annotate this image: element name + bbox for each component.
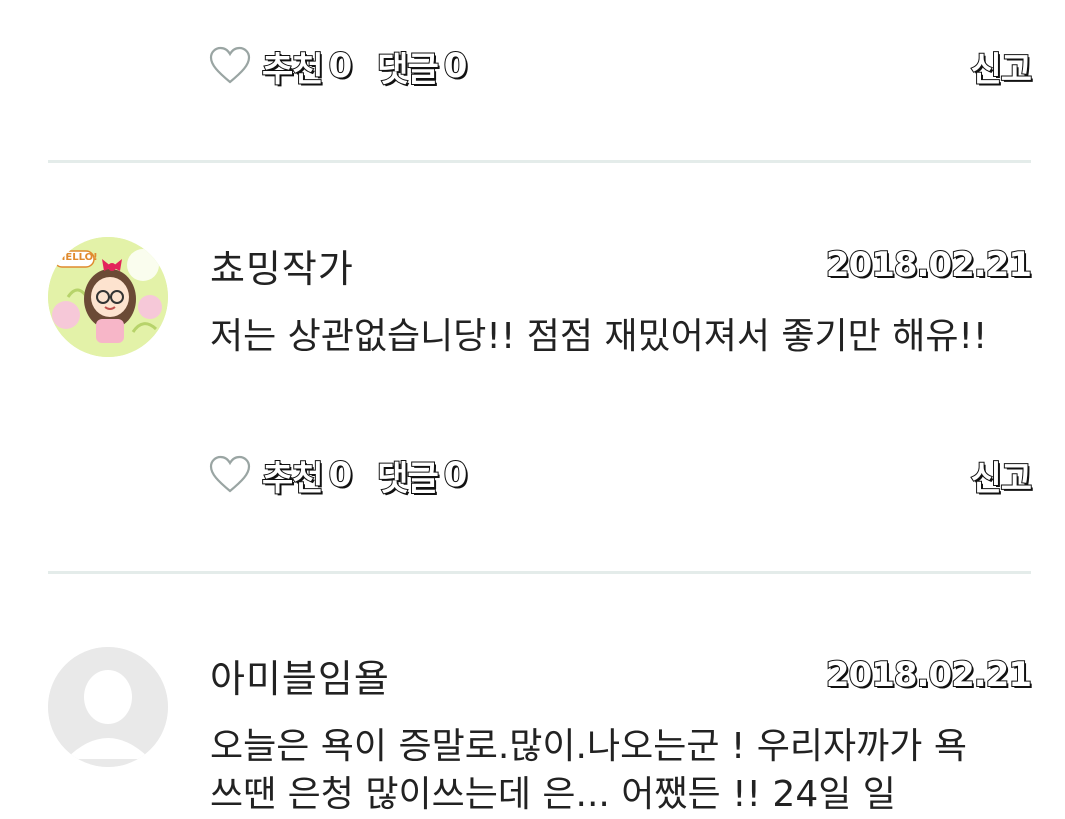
report-button[interactable]: 신고 xyxy=(969,42,1033,91)
reply-label: 댓글 xyxy=(376,49,440,91)
comment-text: 오늘은 욕이 증말로.많이.나오는군 ! 우리자까가 욕 쓰땐 은청 많이쓰는데… xyxy=(210,726,967,815)
comment-actions: 추천 0 댓글 0 신고 xyxy=(208,449,1033,501)
comment-author[interactable]: 아미블임욜 xyxy=(210,648,390,703)
comment-author[interactable]: 쵸밍작가 xyxy=(210,238,354,293)
comment-date: 2018.02.21 xyxy=(825,244,1033,286)
like-count: 0 xyxy=(328,454,354,496)
like-button[interactable]: 추천 0 xyxy=(208,42,354,91)
like-label: 추천 xyxy=(261,458,325,500)
reply-label: 댓글 xyxy=(376,458,440,500)
comment-divider xyxy=(48,160,1031,163)
avatar-speech-text: HELLO! xyxy=(57,252,98,263)
avatar[interactable]: HELLO! xyxy=(48,237,168,357)
like-count: 0 xyxy=(328,45,354,87)
like-label: 추천 xyxy=(261,49,325,91)
report-button[interactable]: 신고 xyxy=(969,451,1033,500)
heart-icon[interactable] xyxy=(208,453,252,497)
comment-actions-top: 추천 0 댓글 0 신고 xyxy=(208,40,1033,92)
reply-count: 0 xyxy=(443,454,469,496)
like-button[interactable]: 추천 0 xyxy=(208,451,354,500)
comment-header: 아미블임욜 2018.02.21 xyxy=(210,648,1033,703)
reply-count: 0 xyxy=(443,45,469,87)
comment-divider xyxy=(48,571,1031,574)
comment-text: 저는 상관없습니당!! 점점 재밌어져서 좋기만 해유!! xyxy=(210,316,988,357)
avatar-placeholder[interactable] xyxy=(48,647,168,767)
reply-button[interactable]: 댓글 0 xyxy=(376,451,469,500)
heart-icon[interactable] xyxy=(208,44,252,88)
default-user-icon xyxy=(48,647,168,767)
comment-date: 2018.02.21 xyxy=(825,654,1033,696)
reply-button[interactable]: 댓글 0 xyxy=(376,42,469,91)
comment-header: 쵸밍작가 2018.02.21 xyxy=(210,238,1033,293)
